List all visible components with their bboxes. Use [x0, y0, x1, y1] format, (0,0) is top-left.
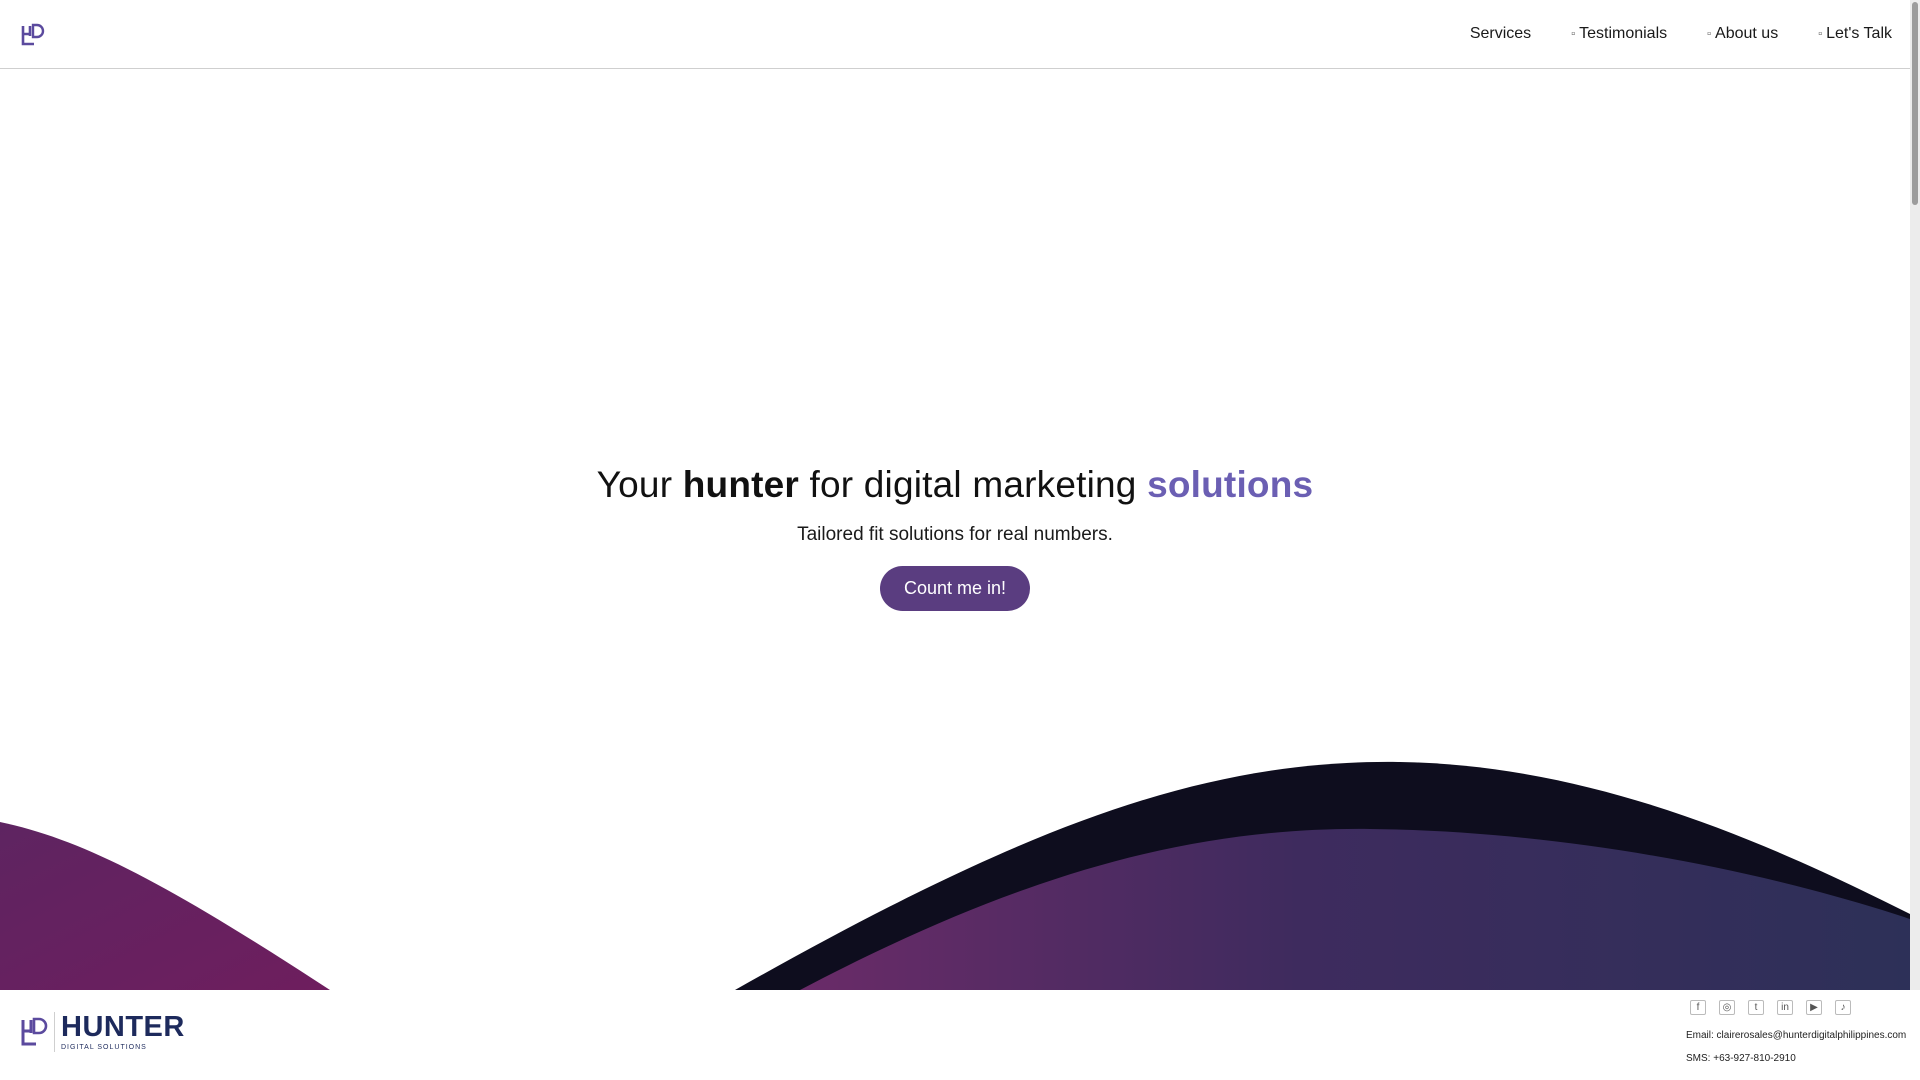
tiktok-icon[interactable]: ♪ — [1835, 1000, 1851, 1015]
nav-item-label: Testimonials — [1579, 25, 1668, 42]
headline-text: Your — [596, 464, 683, 505]
hero-section: Your hunter for digital marketing soluti… — [0, 69, 1910, 990]
headline-text: for digital marketing — [799, 464, 1148, 505]
main-nav: Services ▫ Testimonials ▫ About us ▫ Let's … — [1470, 0, 1892, 68]
nav-item-testimonials[interactable]: ▫ Testimonials — [1571, 25, 1667, 43]
brand-monogram-icon — [21, 1017, 48, 1046]
headline-bold-word: hunter — [682, 464, 800, 505]
testimonials-icon: ▫ — [1571, 28, 1576, 40]
hero-tagline: Tailored fit solutions for real numbers. — [797, 524, 1113, 545]
youtube-icon[interactable]: ▶ — [1806, 1000, 1822, 1015]
social-links: f ◎ t in ▶ ♪ — [1690, 1000, 1851, 1015]
brand-logo-icon[interactable] — [20, 22, 46, 48]
contact-email[interactable]: Email: clairerosales@hunterdigitalphilip… — [1686, 1030, 1906, 1041]
nav-item-lets-talk[interactable]: ▫ Let's Talk — [1818, 25, 1892, 43]
chat-icon: ▫ — [1818, 28, 1823, 40]
brand-wordmark: HUNTER DIGITAL SOLUTIONS — [61, 1011, 185, 1052]
brand-name: HUNTER — [61, 1011, 185, 1043]
brand-subtitle: DIGITAL SOLUTIONS — [61, 1044, 147, 1051]
about-icon: ▫ — [1707, 28, 1712, 40]
instagram-icon[interactable]: ◎ — [1719, 1000, 1735, 1015]
footer: HUNTER DIGITAL SOLUTIONS f ◎ t in ▶ ♪ Em… — [0, 990, 1920, 1080]
top-navbar: Services ▫ Testimonials ▫ About us ▫ Let's … — [0, 0, 1910, 69]
nav-item-label: Let's Talk — [1826, 25, 1892, 42]
hero-headline: Your hunter for digital marketing soluti… — [0, 464, 1910, 506]
facebook-icon[interactable]: f — [1690, 1000, 1706, 1015]
twitter-icon[interactable]: t — [1748, 1000, 1764, 1015]
count-me-in-button[interactable]: Count me in! — [879, 566, 1031, 611]
nav-item-label: Services — [1469, 25, 1532, 42]
nav-item-services[interactable]: Services — [1470, 25, 1531, 43]
contact-sms[interactable]: SMS: +63-927-810-2910 — [1686, 1053, 1796, 1064]
nav-item-about-us[interactable]: ▫ About us — [1707, 25, 1778, 43]
headline-accent-word: solutions — [1147, 464, 1314, 505]
scrollbar-thumb[interactable] — [1912, 2, 1918, 205]
footer-brand-logo[interactable]: HUNTER DIGITAL SOLUTIONS — [20, 1012, 185, 1052]
page-scrollbar[interactable] — [1910, 0, 1920, 990]
hero-content: Your hunter for digital marketing soluti… — [0, 464, 1910, 611]
nav-item-label: About us — [1715, 25, 1779, 42]
logo-divider — [54, 1012, 55, 1052]
linkedin-icon[interactable]: in — [1777, 1000, 1793, 1015]
